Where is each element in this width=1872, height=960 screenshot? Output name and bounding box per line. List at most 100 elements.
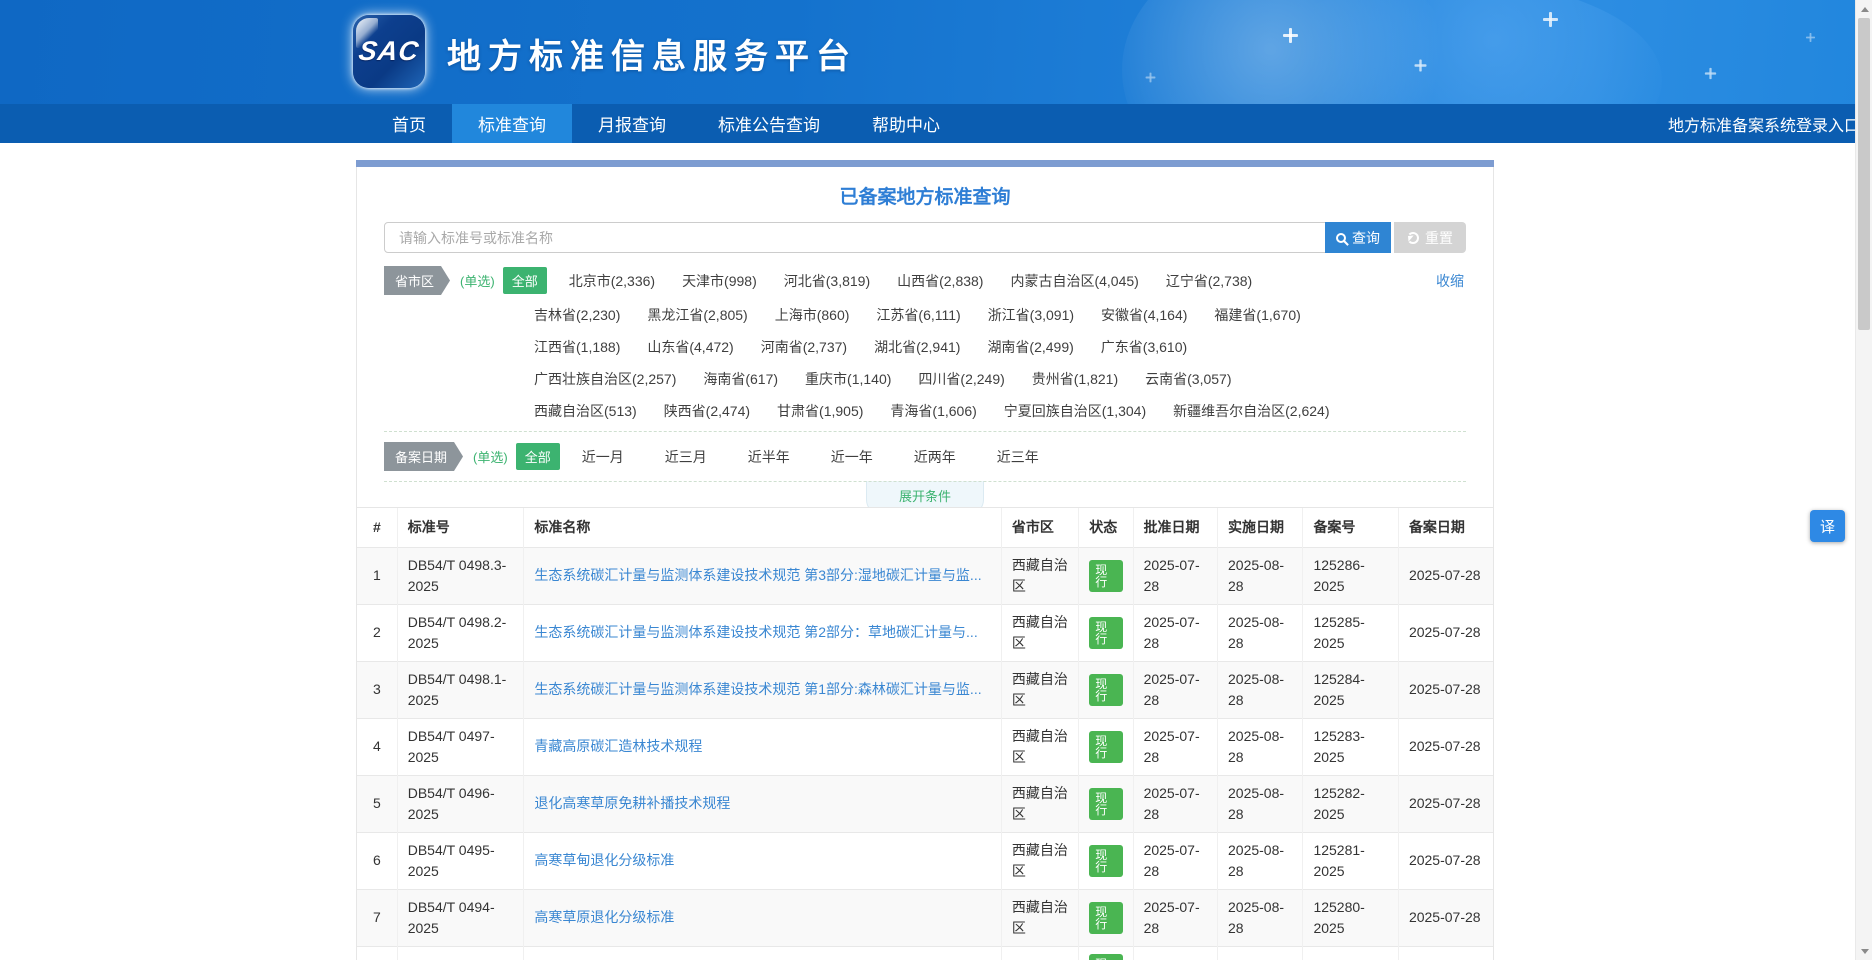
date-option[interactable]: 近一年	[831, 447, 873, 467]
province-option[interactable]: 宁夏回族自治区(1,304)	[1004, 401, 1146, 421]
status-badge: 现行	[1089, 617, 1122, 649]
search-button[interactable]: 查询	[1325, 222, 1391, 253]
cell-impl_date: 2025-08-28	[1218, 604, 1303, 661]
province-option[interactable]: 山东省(4,472)	[647, 337, 733, 357]
cell-status: 现行	[1079, 775, 1133, 832]
column-header-3: 省市区	[1001, 508, 1078, 547]
cell-record_no: 125286-2025	[1303, 547, 1399, 604]
standard-name-link[interactable]: 退化高寒草原免耕补播技术规程	[534, 793, 991, 813]
province-option[interactable]: 安徽省(4,164)	[1101, 305, 1187, 325]
province-option[interactable]: 河南省(2,737)	[761, 337, 847, 357]
province-option[interactable]: 辽宁省(2,738)	[1166, 271, 1252, 291]
date-option[interactable]: 近一月	[582, 447, 624, 467]
main-nav: 首页标准查询月报查询标准公告查询帮助中心 地方标准备案系统登录入口	[0, 104, 1872, 143]
scrollbar-down-arrow[interactable]	[1856, 943, 1872, 960]
nav-item-3[interactable]: 标准公告查询	[692, 104, 846, 143]
cell-name: 高寒草甸退化分级标准	[524, 832, 1002, 889]
scrollbar-thumb[interactable]	[1858, 18, 1870, 330]
collapse-link[interactable]: 收缩	[1436, 271, 1464, 291]
cell-impl_date: 2025-08-28	[1218, 889, 1303, 946]
cell-approval_date: 2025-07-28	[1133, 775, 1217, 832]
province-option[interactable]: 江西省(1,188)	[534, 337, 620, 357]
cell-region	[1001, 946, 1078, 960]
province-option[interactable]: 江苏省(6,111)	[876, 305, 960, 325]
filter-area: 省市区 (单选) 全部 北京市(2,336)天津市(998)河北省(3,819)…	[384, 266, 1466, 482]
province-option[interactable]: 山西省(2,838)	[897, 271, 983, 291]
province-option[interactable]: 重庆市(1,140)	[805, 369, 891, 389]
cell-name: 高寒草原退化分级标准	[524, 889, 1002, 946]
province-option[interactable]: 河北省(3,819)	[784, 271, 870, 291]
cell-region: 西藏自治区	[1001, 604, 1078, 661]
province-options-row: 江西省(1,188) 山东省(4,472) 河南省(2,737) 湖北省(2,941)…	[534, 337, 1187, 357]
standard-name-link[interactable]: 生态系统碳汇计量与监测体系建设技术规范 第1部分:森林碳汇计量与监...	[534, 679, 991, 699]
cell-code: DB54/T 0498.2-2025	[397, 604, 524, 661]
date-option[interactable]: 近三年	[997, 447, 1039, 467]
cell-status: 现行	[1079, 604, 1133, 661]
cell-record_date: 2025-07-28	[1398, 832, 1493, 889]
province-option[interactable]: 湖南省(2,499)	[987, 337, 1073, 357]
province-option[interactable]: 广东省(3,610)	[1101, 337, 1187, 357]
sparkle-decoration	[1810, 33, 1812, 42]
cell-name	[524, 946, 1002, 960]
translate-button[interactable]: 译	[1810, 510, 1845, 542]
cell-approval_date: 2025-07-28	[1133, 889, 1217, 946]
province-option[interactable]: 北京市(2,336)	[569, 271, 655, 291]
column-header-4: 状态	[1079, 508, 1133, 547]
province-option[interactable]: 海南省(617)	[703, 369, 778, 389]
province-all-option[interactable]: 全部	[503, 267, 547, 294]
province-option[interactable]: 浙江省(3,091)	[988, 305, 1074, 325]
cell-record_no: 125282-2025	[1303, 775, 1399, 832]
province-option[interactable]: 黑龙江省(2,805)	[647, 305, 747, 325]
sparkle-decoration	[1709, 68, 1711, 79]
nav-item-4[interactable]: 帮助中心	[846, 104, 966, 143]
nav-item-0[interactable]: 首页	[366, 104, 452, 143]
province-option[interactable]: 湖北省(2,941)	[874, 337, 960, 357]
province-option[interactable]: 四川省(2,249)	[918, 369, 1004, 389]
reset-button[interactable]: 重置	[1394, 222, 1466, 253]
scrollbar-up-arrow[interactable]	[1856, 0, 1872, 17]
province-option[interactable]: 青海省(1,606)	[890, 401, 976, 421]
site-title: 地方标准信息服务平台	[447, 29, 857, 78]
province-filter-line: 省市区 (单选) 全部 北京市(2,336)天津市(998)河北省(3,819)…	[384, 266, 1466, 295]
province-option[interactable]: 陕西省(2,474)	[664, 401, 750, 421]
province-option[interactable]: 云南省(3,057)	[1145, 369, 1231, 389]
status-badge: 现行	[1089, 731, 1122, 763]
nav-login-link[interactable]: 地方标准备案系统登录入口	[1668, 104, 1860, 143]
province-option[interactable]: 福建省(1,670)	[1214, 305, 1300, 325]
province-option[interactable]: 西藏自治区(513)	[534, 401, 637, 421]
province-option[interactable]: 贵州省(1,821)	[1032, 369, 1118, 389]
date-option[interactable]: 近半年	[748, 447, 790, 467]
cell-index: 5	[357, 775, 397, 832]
column-header-1: 标准号	[397, 508, 524, 547]
sparkle-decoration	[1419, 60, 1421, 72]
date-option[interactable]: 近三月	[665, 447, 707, 467]
date-all-option[interactable]: 全部	[516, 443, 560, 470]
sac-logo-text: SAC	[357, 36, 421, 67]
cell-code: DB54/T 0496-2025	[397, 775, 524, 832]
site-header: SAC 地方标准信息服务平台	[0, 0, 1872, 104]
province-option[interactable]: 甘肃省(1,905)	[777, 401, 863, 421]
nav-item-2[interactable]: 月报查询	[572, 104, 692, 143]
cell-region: 西藏自治区	[1001, 547, 1078, 604]
standard-name-link[interactable]: 高寒草甸退化分级标准	[534, 850, 991, 870]
standard-name-link[interactable]: 生态系统碳汇计量与监测体系建设技术规范 第2部分：草地碳汇计量与...	[534, 622, 991, 642]
province-option[interactable]: 吉林省(2,230)	[534, 305, 620, 325]
reset-icon	[1407, 232, 1419, 244]
standard-name-link[interactable]: 生态系统碳汇计量与监测体系建设技术规范 第3部分:湿地碳汇计量与监...	[534, 565, 991, 585]
cell-record_date	[1398, 946, 1493, 960]
cell-record_no: 125281-2025	[1303, 832, 1399, 889]
cell-code: DB54/T 0497-2025	[397, 718, 524, 775]
province-option[interactable]: 上海市(860)	[775, 305, 850, 325]
search-input[interactable]	[384, 222, 1326, 253]
province-option[interactable]: 天津市(998)	[682, 271, 757, 291]
date-option[interactable]: 近两年	[914, 447, 956, 467]
cell-code: DB54/T 0498.1-2025	[397, 661, 524, 718]
cell-code: DB54/T 0498.3-2025	[397, 547, 524, 604]
standard-name-link[interactable]: 青藏高原碳汇造林技术规程	[534, 736, 991, 756]
nav-item-1[interactable]: 标准查询	[452, 104, 572, 143]
province-option[interactable]: 新疆维吾尔自治区(2,624)	[1173, 401, 1329, 421]
province-option[interactable]: 广西壮族自治区(2,257)	[534, 369, 676, 389]
province-option[interactable]: 内蒙古自治区(4,045)	[1010, 271, 1138, 291]
sparkle-decoration	[1549, 12, 1552, 27]
standard-name-link[interactable]: 高寒草原退化分级标准	[534, 907, 991, 927]
